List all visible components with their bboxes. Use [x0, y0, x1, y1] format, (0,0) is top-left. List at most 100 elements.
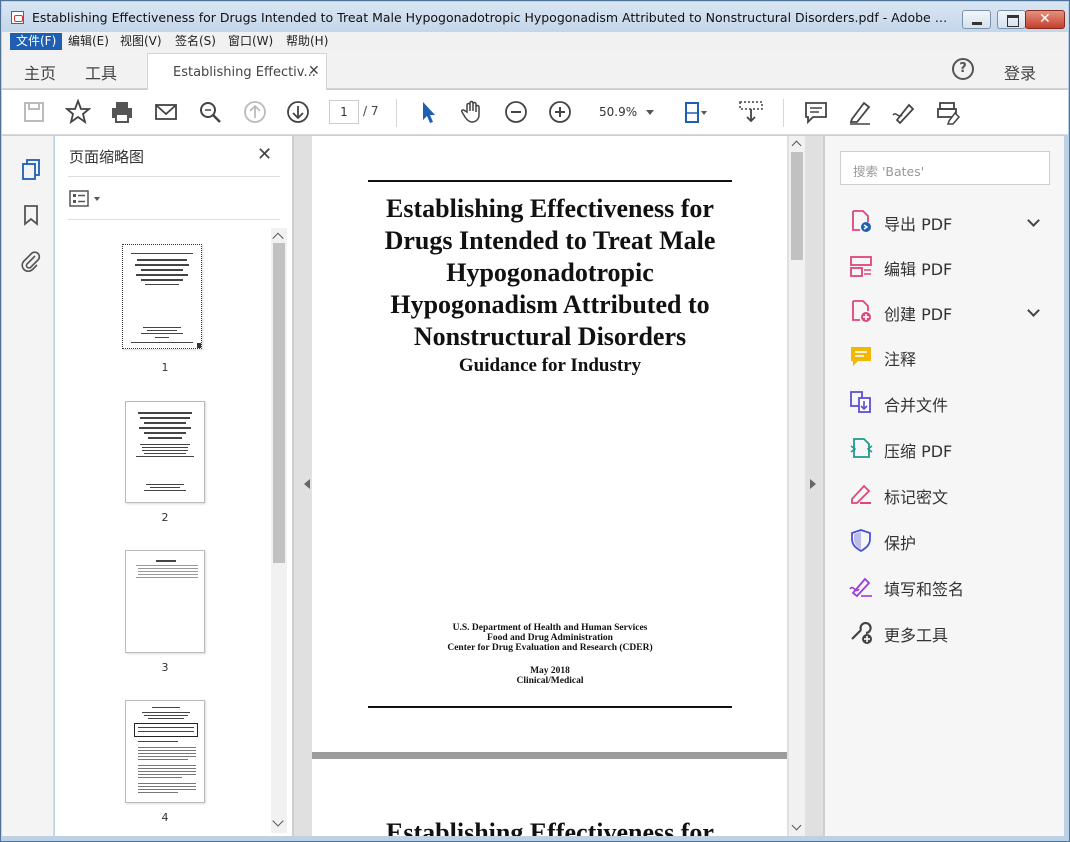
- close-window-button[interactable]: ✕: [1025, 10, 1065, 29]
- menu-file[interactable]: 文件(F): [10, 33, 63, 50]
- acrobat-window: Establishing Effectiveness for Drugs Int…: [0, 0, 1070, 842]
- thumbnails-panel: 页面缩略图 ✕ 1 2 3 4: [55, 136, 293, 836]
- highlight-pen-icon[interactable]: [847, 99, 873, 125]
- tool-label: 合并文件: [884, 396, 949, 415]
- tool-fill-sign[interactable]: 填写和签名: [849, 574, 1054, 604]
- maximize-button[interactable]: [997, 10, 1026, 29]
- hand-tool-icon[interactable]: [459, 99, 485, 125]
- sign-pen-icon[interactable]: [891, 99, 917, 125]
- collapse-left-panel-icon[interactable]: [299, 479, 310, 489]
- search-icon[interactable]: [197, 99, 223, 125]
- pdf-page-1: Establishing Effectiveness for Drugs Int…: [312, 136, 787, 752]
- menu-help[interactable]: 帮助(H): [280, 33, 334, 50]
- next-page-icon[interactable]: [285, 99, 311, 125]
- zoom-out-icon[interactable]: [503, 99, 529, 125]
- document-title: Establishing Effectiveness for Drugs Int…: [352, 193, 748, 353]
- divider: [68, 176, 280, 177]
- tab-document[interactable]: Establishing Effectiv... ✕: [147, 53, 327, 90]
- comment-icon: [851, 347, 871, 366]
- minimize-button[interactable]: [962, 10, 991, 29]
- compress-pdf-icon: [850, 438, 873, 458]
- menu-sign[interactable]: 签名(S): [169, 33, 222, 50]
- scrollbar-thumb[interactable]: [791, 152, 803, 260]
- panel-title: 页面缩略图: [69, 148, 145, 166]
- thumbnail-label-1: 1: [161, 361, 169, 374]
- tool-label: 保护: [884, 534, 917, 553]
- attachments-icon[interactable]: [20, 250, 42, 272]
- tab-tools[interactable]: 工具: [85, 60, 117, 84]
- page-total: / 7: [363, 104, 379, 118]
- title-line: Drugs Intended to Treat Male: [384, 226, 716, 255]
- close-panel-icon[interactable]: ✕: [257, 144, 272, 165]
- chevron-down-icon[interactable]: [1027, 214, 1040, 227]
- page-number-input[interactable]: 1: [329, 100, 359, 124]
- chevron-down-icon[interactable]: [1027, 304, 1040, 317]
- close-tab-icon[interactable]: ✕: [308, 63, 320, 79]
- pdf-page-2: Establishing Effectiveness for: [312, 759, 787, 836]
- tool-label: 注释: [884, 350, 917, 369]
- select-cursor-icon[interactable]: [415, 99, 441, 125]
- email-icon[interactable]: [153, 99, 179, 125]
- tool-label: 导出 PDF: [884, 215, 953, 234]
- tool-protect[interactable]: 保护: [849, 528, 1054, 558]
- stamp-icon[interactable]: [935, 99, 961, 125]
- window-title: Establishing Effectiveness for Drugs Int…: [32, 10, 952, 25]
- thumbnail-page-3[interactable]: [125, 550, 205, 653]
- collapse-right-panel-icon[interactable]: [810, 479, 821, 489]
- zoom-in-icon[interactable]: [547, 99, 573, 125]
- title-bar: Establishing Effectiveness for Drugs Int…: [2, 2, 1068, 32]
- fit-page-icon[interactable]: [682, 99, 708, 125]
- tab-home[interactable]: 主页: [24, 60, 56, 84]
- thumbnail-page-4[interactable]: [125, 700, 205, 803]
- thumbnail-options-icon[interactable]: [69, 190, 105, 208]
- scroll-mode-icon[interactable]: [738, 99, 764, 125]
- thumbnail-page-2[interactable]: [125, 401, 205, 503]
- thumbnail-page-1[interactable]: [122, 244, 202, 349]
- publication-category: Clinical/Medical: [516, 676, 584, 686]
- thumbnails-scrollbar[interactable]: [271, 228, 287, 833]
- tool-label: 编辑 PDF: [884, 260, 953, 279]
- scroll-down-icon[interactable]: [791, 820, 802, 831]
- tool-redact[interactable]: 标记密文: [849, 482, 1054, 512]
- tool-create-pdf[interactable]: 创建 PDF: [849, 299, 1054, 329]
- document-tab-label: Establishing Effectiv...: [173, 65, 316, 80]
- menu-window[interactable]: 窗口(W): [222, 33, 279, 50]
- tool-label: 更多工具: [884, 626, 949, 645]
- bookmark-star-icon[interactable]: [64, 98, 92, 125]
- tool-compress-pdf[interactable]: 压缩 PDF: [849, 436, 1054, 466]
- zoom-select[interactable]: 50.9%: [592, 100, 664, 124]
- tool-export-pdf[interactable]: 导出 PDF: [849, 209, 1054, 239]
- tool-combine-files[interactable]: 合并文件: [849, 390, 1054, 420]
- protect-icon: [851, 529, 871, 552]
- print-icon[interactable]: [109, 99, 135, 125]
- document-view[interactable]: Establishing Effectiveness for Drugs Int…: [294, 136, 823, 836]
- tool-edit-pdf[interactable]: 编辑 PDF: [849, 254, 1054, 284]
- scroll-up-icon[interactable]: [791, 140, 802, 151]
- toolbar-divider: [396, 99, 397, 127]
- tool-label: 填写和签名: [884, 580, 965, 599]
- fill-sign-icon: [849, 577, 872, 598]
- previous-page-icon[interactable]: [242, 99, 268, 125]
- scroll-down-icon[interactable]: [272, 815, 284, 827]
- tool-more-tools[interactable]: 更多工具: [849, 620, 1054, 650]
- title-line: Hypogonadism Attributed to: [390, 290, 710, 319]
- bookmarks-icon[interactable]: [20, 204, 42, 226]
- menu-view[interactable]: 视图(V): [114, 33, 168, 50]
- tool-comment[interactable]: 注释: [849, 344, 1054, 374]
- page-separator: [312, 752, 787, 759]
- title-line: Nonstructural Disorders: [413, 322, 687, 351]
- help-icon[interactable]: ?: [952, 58, 974, 80]
- close-icon: ✕: [1039, 11, 1051, 27]
- comment-icon[interactable]: [803, 99, 829, 125]
- tool-label: 标记密文: [884, 488, 949, 507]
- menu-edit[interactable]: 编辑(E): [62, 33, 115, 50]
- page-2-title: Establishing Effectiveness for: [386, 818, 714, 836]
- tool-label: 压缩 PDF: [884, 442, 953, 461]
- publisher-line: Food and Drug Administration: [487, 633, 613, 643]
- scrollbar-thumb[interactable]: [273, 243, 285, 563]
- document-scrollbar[interactable]: [789, 136, 805, 836]
- login-button[interactable]: 登录: [1004, 60, 1036, 84]
- page-thumbnails-icon[interactable]: [20, 158, 42, 180]
- save-icon[interactable]: [21, 99, 47, 125]
- tools-search-input[interactable]: 搜索 'Bates': [840, 151, 1050, 185]
